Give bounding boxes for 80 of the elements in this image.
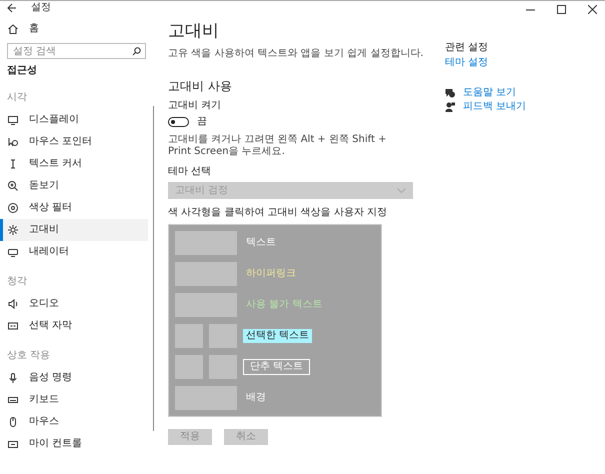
sidebar-item[interactable]: 마우스 포인터 bbox=[0, 131, 148, 153]
color-swatch[interactable] bbox=[175, 355, 203, 379]
item-label: 키보드 bbox=[29, 394, 59, 406]
window-title: 설정 bbox=[31, 2, 51, 14]
related-link[interactable]: 테마 설정 bbox=[445, 57, 526, 69]
sidebar-item[interactable]: 돋보기 bbox=[0, 175, 148, 197]
item-label: 오디오 bbox=[29, 298, 59, 310]
help-link[interactable]: 도움말 보기 bbox=[463, 87, 516, 99]
item-label: 음성 명령 bbox=[29, 372, 72, 384]
maximize-icon bbox=[557, 5, 566, 14]
pointer-icon bbox=[7, 136, 19, 148]
sidebar-item[interactable]: 고대비 bbox=[0, 219, 148, 241]
sidebar-item[interactable]: 텍스트 커서 bbox=[0, 153, 148, 175]
color-sample-text: 선택한 텍스트 bbox=[243, 329, 312, 343]
item-label: 마우스 bbox=[29, 416, 59, 428]
search-icon bbox=[132, 47, 141, 56]
mouse-icon bbox=[7, 416, 19, 428]
color-swatch[interactable] bbox=[175, 293, 237, 317]
help-link[interactable]: 피드백 보내기 bbox=[463, 101, 526, 113]
item-label: 색상 필터 bbox=[29, 202, 72, 214]
section-heading: 고대비 사용 bbox=[168, 78, 233, 94]
home-label: 홈 bbox=[29, 23, 39, 35]
sidebar-item[interactable]: 음성 명령 bbox=[0, 367, 148, 389]
back-icon bbox=[7, 3, 17, 13]
item-label: 돋보기 bbox=[29, 180, 59, 192]
caption-icon bbox=[7, 320, 19, 332]
chat-icon bbox=[445, 88, 455, 98]
scrollbar[interactable] bbox=[153, 106, 154, 431]
home-icon bbox=[7, 23, 19, 35]
chevron-icon bbox=[397, 188, 406, 193]
group-header: 청각 bbox=[6, 275, 28, 289]
item-label: 텍스트 커서 bbox=[29, 158, 82, 170]
item-label: 마이 컨트롤 bbox=[29, 438, 82, 450]
color-swatch[interactable] bbox=[209, 355, 237, 379]
magnifier-icon bbox=[7, 180, 19, 192]
section-title: 접근성 bbox=[6, 64, 38, 78]
toggle-state: 끔 bbox=[197, 116, 207, 128]
home-item[interactable]: 홈 bbox=[0, 19, 148, 39]
item-label: 내레이터 bbox=[29, 246, 69, 258]
color-swatch[interactable] bbox=[175, 324, 203, 348]
color-sample-text: 배경 bbox=[245, 391, 267, 405]
colors-label: 색 사각형을 클릭하여 고대비 색상을 사용자 지정 bbox=[168, 207, 388, 219]
toggle-label: 고대비 켜기 bbox=[168, 100, 222, 112]
microphone-icon bbox=[7, 372, 19, 384]
theme-label: 테마 선택 bbox=[168, 166, 212, 178]
person-icon bbox=[445, 102, 455, 112]
sidebar-item[interactable]: 선택 자막 bbox=[0, 315, 148, 337]
description: 고유 색을 사용하여 텍스트와 앱을 보기 쉽게 설정합니다. bbox=[168, 48, 424, 60]
color-sample-text: 사용 불가 텍스트 bbox=[245, 298, 324, 312]
sidebar-item[interactable]: 마이 컨트롤 bbox=[0, 433, 148, 455]
group-header: 시각 bbox=[6, 91, 28, 105]
group-header: 상호 작용 bbox=[6, 349, 52, 363]
monitor-icon bbox=[7, 114, 19, 126]
item-label: 선택 자막 bbox=[29, 320, 72, 332]
color-sample-text: 하이퍼링크 bbox=[245, 267, 297, 281]
keyboard-icon bbox=[7, 394, 19, 406]
sidebar-item[interactable]: 마우스 bbox=[0, 411, 148, 433]
sidebar-item[interactable]: 오디오 bbox=[0, 293, 148, 315]
related-title: 관련 설정 bbox=[445, 42, 490, 54]
color-swatch[interactable] bbox=[175, 231, 237, 255]
color-filter-icon bbox=[7, 202, 19, 214]
toggle-switch[interactable] bbox=[168, 117, 189, 127]
color-swatch[interactable] bbox=[175, 262, 237, 286]
color-sample-text: 단추 텍스트 bbox=[243, 359, 310, 375]
hint-text: 고대비를 켜거나 끄려면 왼쪽 Alt + 왼쪽 Shift + Print Screen을 누르세요. bbox=[168, 134, 388, 158]
item-label: 디스플레이 bbox=[29, 114, 79, 126]
sidebar-item[interactable]: 색상 필터 bbox=[0, 197, 148, 219]
close-icon bbox=[588, 5, 597, 14]
search-field[interactable]: 설정 검색 bbox=[7, 43, 146, 59]
color-sample-text: 텍스트 bbox=[245, 236, 277, 250]
sidebar-item[interactable]: 디스플레이 bbox=[0, 109, 148, 131]
page-title: 고대비 bbox=[168, 20, 220, 42]
speaker-icon bbox=[7, 298, 19, 310]
color-swatch[interactable] bbox=[175, 386, 237, 410]
item-label: 고대비 bbox=[29, 224, 59, 236]
color-swatch[interactable] bbox=[209, 324, 237, 348]
sidebar-item[interactable]: 내레이터 bbox=[0, 241, 148, 263]
sun-icon bbox=[7, 224, 19, 236]
item-label: 마우스 포인터 bbox=[29, 136, 92, 148]
sidebar-item[interactable]: 키보드 bbox=[0, 389, 148, 411]
